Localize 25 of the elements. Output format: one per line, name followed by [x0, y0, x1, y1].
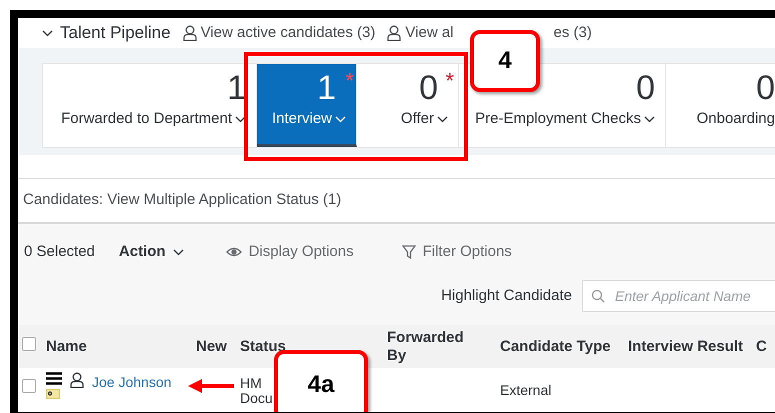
callout-tooltip: 4a — [274, 350, 368, 412]
stage-label: Forwarded to Department — [61, 109, 232, 129]
column-header: Forwarded By — [387, 328, 465, 364]
section-title: Candidates: View Multiple Application Status (1) — [23, 190, 342, 210]
stage-count: 0 — [419, 68, 438, 108]
column-header: Name — [46, 338, 87, 354]
candidate-type: External — [500, 382, 552, 398]
stage-label: Offer — [400, 109, 434, 129]
stage-label: Onboarding — [696, 109, 775, 129]
stage-label: Interview — [272, 109, 332, 129]
stage-label: Pre-Employment Checks — [475, 109, 641, 129]
required-asterisk: * — [445, 67, 454, 95]
stage-count: 1 — [317, 68, 336, 108]
column-header: C — [756, 338, 767, 354]
stage-count: 0 — [756, 68, 775, 108]
column-header: Candidate Type — [500, 338, 611, 354]
status-text: HM Docu — [240, 374, 273, 407]
callout-tooltip: 4 — [470, 30, 540, 92]
stage-count: 1 — [227, 68, 246, 108]
selected-count: 0 Selected — [24, 242, 95, 262]
highlight-label: Highlight Candidate — [441, 286, 572, 306]
column-header: New — [196, 338, 227, 354]
column-header: Interview Result — [628, 338, 744, 354]
stage-count: 0 — [636, 68, 655, 108]
required-asterisk: * — [345, 67, 354, 95]
